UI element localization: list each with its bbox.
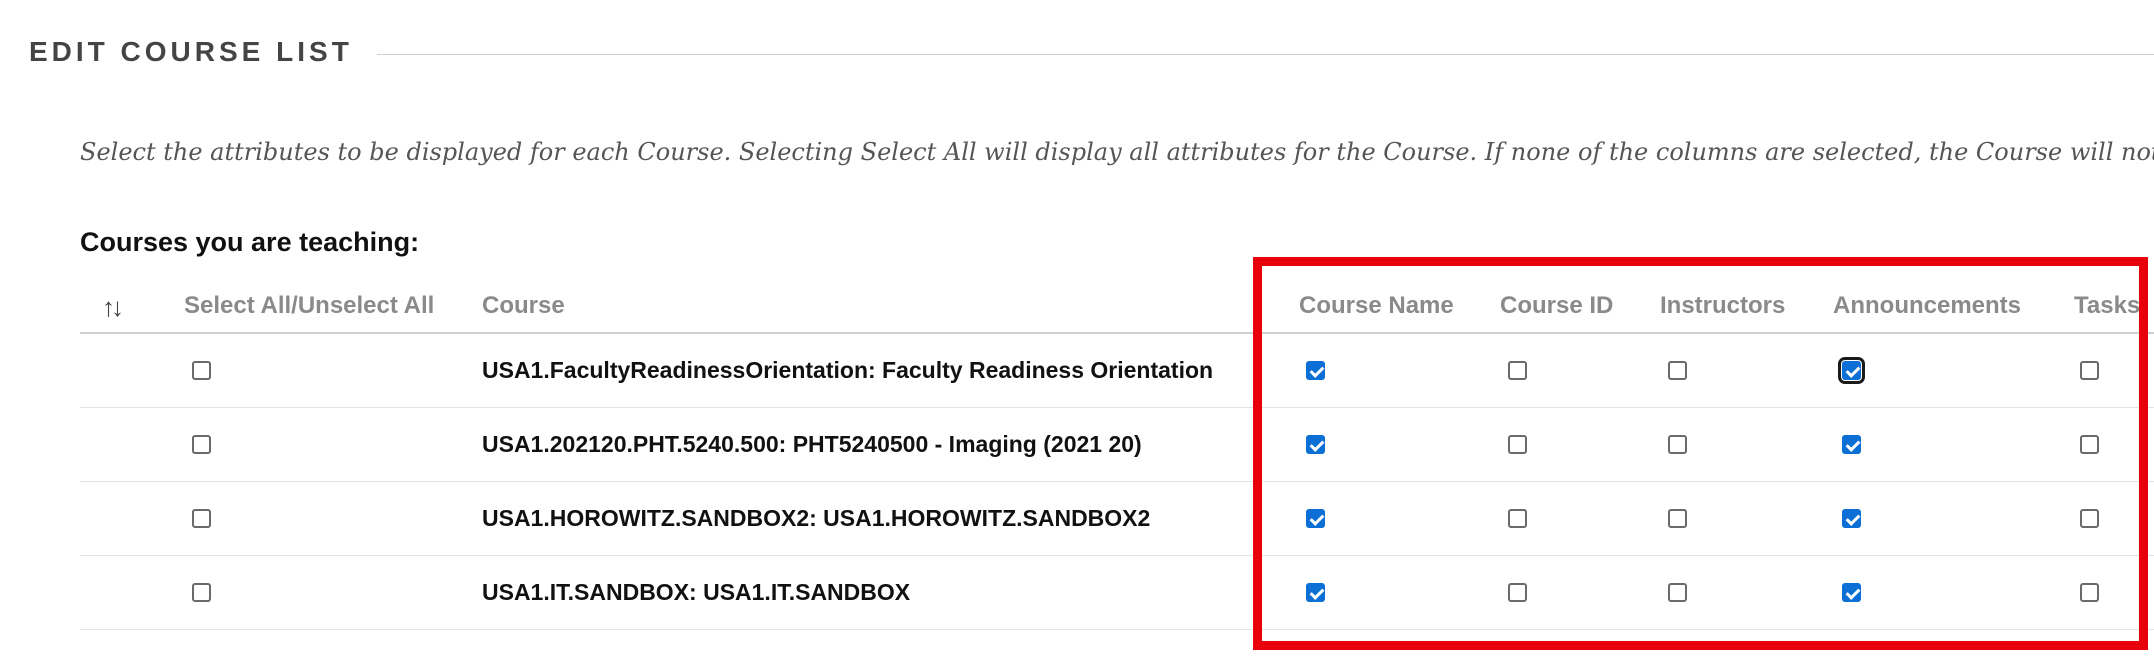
course-title: USA1.HOROWITZ.SANDBOX2: USA1.HOROWITZ.SA…: [482, 505, 1151, 531]
instructors-checkbox[interactable]: [1668, 361, 1687, 380]
instructors-checkbox[interactable]: [1668, 583, 1687, 602]
table-header-row: ↑↓ Select All/Unselect All Course Course…: [80, 280, 2154, 334]
edit-course-list-page: EDIT COURSE LIST Select the attributes t…: [0, 0, 2154, 660]
header-course-name: Course Name: [1299, 292, 1454, 319]
course-title: USA1.202120.PHT.5240.500: PHT5240500 - I…: [482, 431, 1142, 457]
select-all-checkbox[interactable]: [192, 361, 211, 380]
announcements-checkbox[interactable]: [1842, 435, 1861, 454]
tasks-checkbox[interactable]: [2080, 509, 2099, 528]
tasks-checkbox[interactable]: [2080, 361, 2099, 380]
sort-icon[interactable]: ↑↓: [102, 292, 124, 323]
announcements-checkbox[interactable]: [1842, 583, 1861, 602]
select-all-checkbox[interactable]: [192, 583, 211, 602]
course-title: USA1.FacultyReadinessOrientation: Facult…: [482, 357, 1214, 383]
table-row: USA1.FacultyReadinessOrientation: Facult…: [80, 334, 2154, 408]
header-tasks: Tasks: [2074, 292, 2141, 319]
course-id-checkbox[interactable]: [1508, 435, 1527, 454]
select-all-checkbox[interactable]: [192, 435, 211, 454]
announcements-checkbox[interactable]: [1838, 357, 1865, 384]
header-course-id: Course ID: [1500, 292, 1614, 319]
table-row: USA1.202120.PHT.5240.500: PHT5240500 - I…: [80, 408, 2154, 482]
instructors-checkbox[interactable]: [1668, 435, 1687, 454]
header-course: Course: [482, 292, 565, 319]
table-body: USA1.FacultyReadinessOrientation: Facult…: [80, 334, 2154, 630]
section-divider: [376, 53, 2154, 55]
table-row: USA1.IT.SANDBOX: USA1.IT.SANDBOX: [80, 556, 2154, 630]
header-announcements: Announcements: [1833, 292, 2022, 319]
instructions-text: Select the attributes to be displayed fo…: [80, 138, 2154, 166]
tasks-checkbox[interactable]: [2080, 435, 2099, 454]
course-id-checkbox[interactable]: [1508, 361, 1527, 380]
course-list-table: ↑↓ Select All/Unselect All Course Course…: [80, 280, 2154, 630]
tasks-checkbox[interactable]: [2080, 583, 2099, 602]
instructors-checkbox[interactable]: [1668, 509, 1687, 528]
course-name-checkbox[interactable]: [1306, 435, 1325, 454]
course-name-checkbox[interactable]: [1306, 509, 1325, 528]
course-id-checkbox[interactable]: [1508, 509, 1527, 528]
select-all-checkbox[interactable]: [192, 509, 211, 528]
table-row: USA1.HOROWITZ.SANDBOX2: USA1.HOROWITZ.SA…: [80, 482, 2154, 556]
announcements-checkbox[interactable]: [1842, 509, 1861, 528]
section-title: EDIT COURSE LIST: [29, 36, 353, 67]
header-select-all[interactable]: Select All/Unselect All: [184, 292, 434, 320]
course-title: USA1.IT.SANDBOX: USA1.IT.SANDBOX: [482, 579, 911, 605]
course-name-checkbox[interactable]: [1306, 583, 1325, 602]
section-header: EDIT COURSE LIST: [29, 30, 2154, 74]
courses-teaching-heading: Courses you are teaching:: [80, 227, 420, 257]
course-id-checkbox[interactable]: [1508, 583, 1527, 602]
header-instructors: Instructors: [1660, 292, 1786, 319]
course-name-checkbox[interactable]: [1306, 361, 1325, 380]
